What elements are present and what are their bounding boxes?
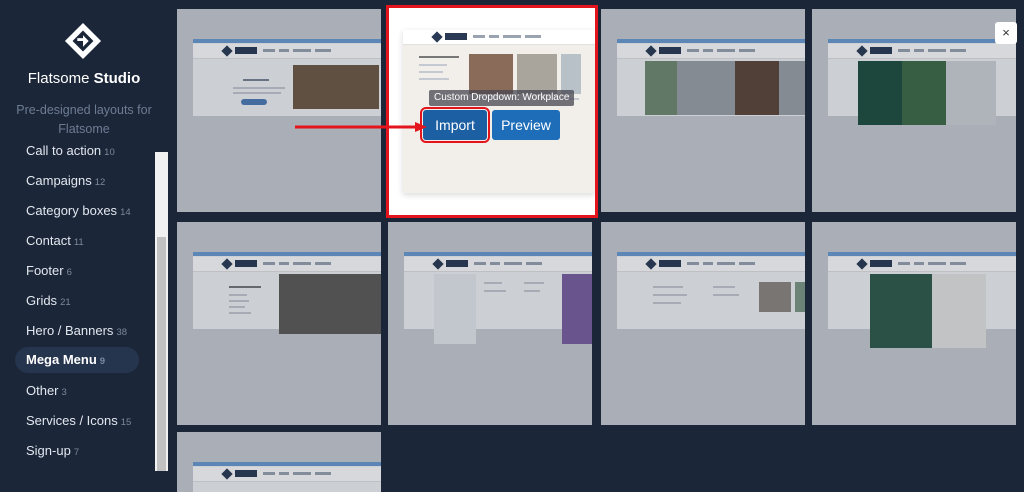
import-button[interactable]: Import [420, 107, 490, 143]
brand-name: Flatsome Studio [0, 70, 168, 87]
flatsome-logo-icon [64, 22, 102, 60]
category-footer[interactable]: Footer 6 [15, 258, 83, 284]
template-card[interactable] [601, 222, 805, 425]
brand-tagline: Pre-designed layouts for Flatsome [16, 103, 152, 136]
category-contact[interactable]: Contact 11 [15, 228, 95, 254]
category-count: 21 [60, 297, 71, 308]
category-call-to-action[interactable]: Call to action 10 [15, 140, 126, 164]
category-grids[interactable]: Grids 21 [15, 288, 82, 314]
category-count: 3 [61, 387, 67, 398]
template-card[interactable] [388, 222, 592, 425]
template-name-tooltip: Custom Dropdown: Workplace [429, 90, 575, 106]
category-services-icons[interactable]: Services / Icons 15 [15, 408, 142, 434]
category-label: Contact [26, 233, 71, 248]
template-card[interactable] [177, 432, 381, 492]
category-label: Mega Menu [26, 352, 97, 367]
category-count: 12 [94, 177, 106, 188]
template-card[interactable] [812, 9, 1016, 212]
category-label: Call to action [26, 143, 102, 158]
category-count: 14 [120, 207, 131, 218]
category-campaigns[interactable]: Campaigns 12 [15, 168, 116, 194]
studio-sidebar: Flatsome Studio Pre-designed layouts for… [0, 0, 168, 471]
category-other[interactable]: Other 3 [15, 378, 78, 404]
category-label: Footer [26, 263, 64, 278]
template-grid: Custom Dropdown: Workplace Import Previe… [168, 0, 1024, 492]
category-count: 10 [104, 147, 115, 158]
template-card[interactable] [177, 222, 381, 425]
category-sign-up[interactable]: Sign-up 7 [15, 438, 90, 464]
category-hero-banners[interactable]: Hero / Banners 38 [15, 318, 138, 344]
category-category-boxes[interactable]: Category boxes 14 [15, 198, 142, 224]
category-list: Call to action 10 Campaigns 12 Category bo… [0, 140, 150, 471]
category-scrollbar[interactable] [155, 152, 168, 471]
template-card[interactable] [812, 222, 1016, 425]
template-card-selected[interactable]: Custom Dropdown: Workplace Import Previe… [386, 5, 598, 218]
category-count: 7 [73, 447, 80, 458]
category-label: Other [26, 383, 59, 398]
annotation-arrow-icon [295, 122, 427, 132]
template-card[interactable] [177, 9, 381, 212]
category-label: Grids [26, 293, 58, 308]
brand-name-bold: Studio [93, 70, 141, 87]
category-label: Sign-up [26, 443, 71, 458]
scrollbar-thumb[interactable] [157, 237, 166, 471]
template-card[interactable] [601, 9, 805, 212]
category-count: 38 [116, 327, 128, 338]
category-label: Services / Icons [26, 413, 118, 428]
category-label: Hero / Banners [26, 323, 114, 338]
category-label: Campaigns [26, 173, 92, 188]
brand-name-regular: Flatsome [27, 70, 90, 87]
category-count: 6 [66, 267, 72, 278]
category-count: 15 [120, 417, 132, 428]
preview-button[interactable]: Preview [492, 110, 560, 140]
category-mega-menu[interactable]: Mega Menu 9 [15, 347, 139, 373]
category-count: 11 [73, 237, 84, 248]
close-button[interactable]: × [995, 22, 1017, 44]
category-label: Category boxes [26, 203, 118, 218]
category-count: 9 [99, 356, 106, 367]
